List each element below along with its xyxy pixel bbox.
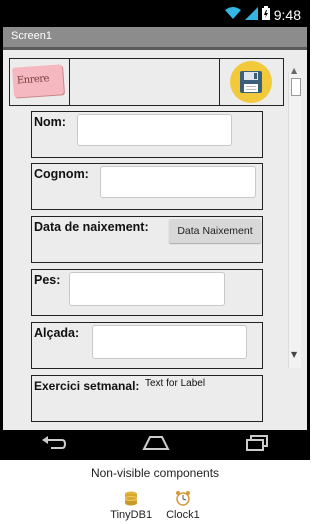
back-button[interactable]: Enrere — [12, 64, 64, 98]
scroll-thumb[interactable] — [291, 78, 301, 96]
top-toolbar: Enrere — [9, 58, 284, 106]
save-button[interactable] — [230, 61, 273, 103]
nom-label: Nom: — [34, 115, 66, 129]
pes-row: Pes: — [31, 269, 263, 316]
signal-icon — [244, 5, 258, 24]
scroll-up-icon[interactable]: ▲ — [291, 66, 297, 75]
exercici-row: Exercici setmanal: Text for Label — [31, 375, 263, 422]
clock-component[interactable]: Clock1 — [166, 490, 200, 521]
data-naixement-label: Data de naixement: — [34, 220, 149, 234]
app-screen: Enrere Nom: Cognom: Data de naixement: D… — [3, 50, 307, 430]
alcada-input[interactable] — [92, 325, 247, 359]
status-bar: 9:48 — [3, 0, 307, 27]
database-icon — [123, 490, 139, 509]
phone-frame: 9:48 Screen1 Enrere Nom: Cognom: Data de… — [0, 0, 310, 460]
cognom-input[interactable] — [100, 166, 256, 198]
title-bar: Screen1 — [3, 27, 307, 50]
navigation-bar — [3, 430, 307, 460]
alcada-row: Alçada: — [31, 322, 263, 369]
back-cell: Enrere — [10, 59, 70, 105]
back-button-label: Enrere — [16, 73, 50, 87]
back-icon[interactable] — [41, 435, 67, 455]
nom-row: Nom: — [31, 111, 263, 158]
pes-label: Pes: — [34, 273, 61, 287]
cognom-row: Cognom: — [31, 163, 263, 210]
non-visible-components: Non-visible components TinyDB1 Clock1 — [0, 466, 310, 521]
data-naixement-button[interactable]: Data Naixement — [169, 219, 261, 243]
nom-input[interactable] — [77, 114, 232, 146]
status-time: 9:48 — [273, 6, 301, 23]
exercici-label: Exercici setmanal: — [34, 379, 140, 393]
data-naixement-row: Data de naixement: Data Naixement — [31, 216, 263, 263]
pes-input[interactable] — [69, 272, 225, 306]
clock-label: Clock1 — [166, 509, 200, 521]
toolbar-spacer — [70, 59, 221, 105]
screen-title: Screen1 — [11, 30, 52, 42]
floppy-disk-icon — [230, 71, 272, 107]
alcada-label: Alçada: — [34, 326, 80, 340]
recents-icon[interactable] — [245, 435, 269, 455]
non-visible-title: Non-visible components — [90, 466, 220, 480]
scroll-down-icon[interactable]: ▼ — [291, 350, 297, 359]
clock-icon — [175, 490, 191, 509]
tinydb-label: TinyDB1 — [110, 509, 153, 521]
battery-icon — [261, 5, 270, 24]
scrollbar[interactable]: ▲ ▼ — [288, 66, 301, 368]
save-cell — [220, 59, 283, 105]
home-icon[interactable] — [142, 435, 170, 455]
tinydb-component[interactable]: TinyDB1 — [110, 490, 152, 521]
exercici-value: Text for Label — [145, 378, 206, 389]
wifi-icon — [224, 5, 241, 24]
cognom-label: Cognom: — [34, 167, 89, 181]
